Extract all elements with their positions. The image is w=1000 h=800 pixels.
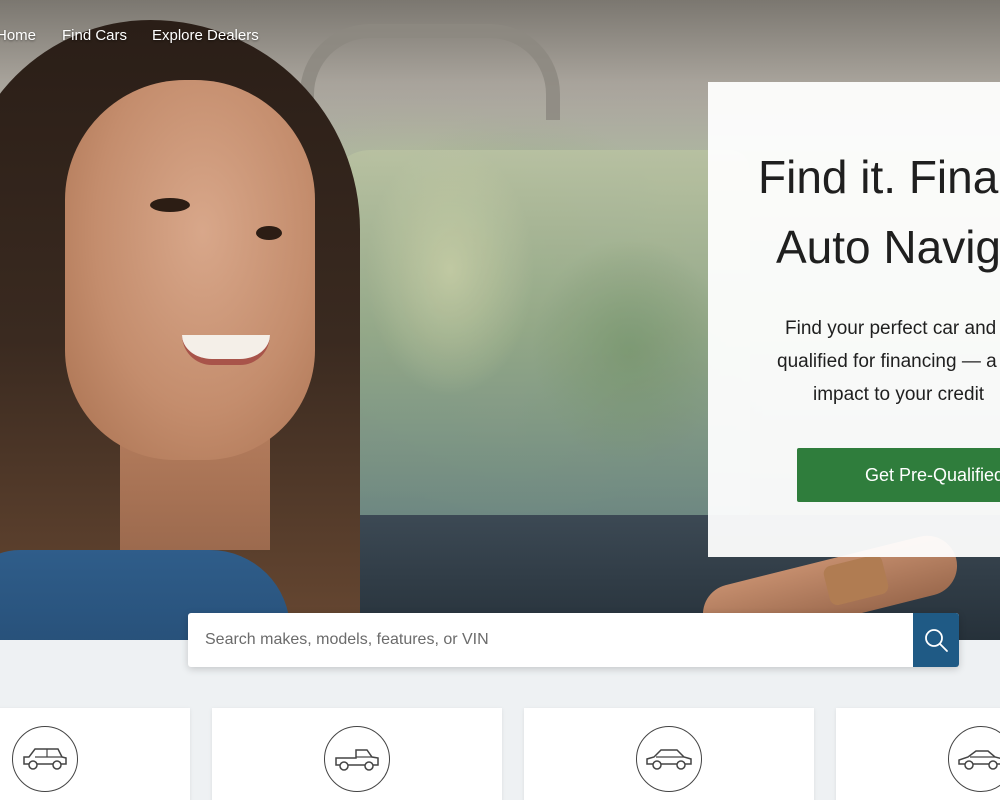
- nav-explore-dealers-link[interactable]: Explore Dealers: [152, 27, 259, 44]
- category-card-suv[interactable]: [0, 708, 190, 800]
- search-input[interactable]: [188, 613, 913, 667]
- promo-title: Find it. Finar Auto Navig: [758, 142, 1000, 282]
- page: Home Find Cars Explore Dealers Find it. …: [0, 0, 1000, 800]
- hero-driver-photo: [0, 20, 380, 640]
- search-bar: [188, 613, 959, 667]
- category-card-sedan[interactable]: [524, 708, 814, 800]
- nav-home-link[interactable]: Home: [0, 27, 36, 44]
- nav-find-cars-link[interactable]: Find Cars: [62, 27, 127, 44]
- get-pre-qualified-button[interactable]: Get Pre-Qualified: [797, 448, 1000, 502]
- category-card-coupe[interactable]: [836, 708, 1000, 800]
- promo-description-line: Find your perfect car and: [785, 318, 997, 339]
- hero-car-window: [330, 150, 750, 520]
- promo-title-line: Find it. Finar: [758, 151, 1000, 203]
- promo-description-line: impact to your credit: [813, 384, 985, 405]
- search-button[interactable]: [913, 613, 959, 667]
- promo-description-line: qualified for financing — a: [777, 351, 997, 372]
- truck-icon: [324, 726, 390, 792]
- promo-title-line: Auto Navig: [776, 221, 1000, 273]
- category-card-truck[interactable]: [212, 708, 502, 800]
- coupe-icon: [948, 726, 1000, 792]
- sedan-icon: [636, 726, 702, 792]
- suv-icon: [12, 726, 78, 792]
- search-icon: [925, 629, 948, 652]
- promo-card: Find it. Finar Auto Navig Find your perf…: [708, 82, 1000, 557]
- top-nav: Home Find Cars Explore Dealers: [0, 0, 1000, 72]
- promo-description: Find your perfect car and qualified for …: [776, 312, 1000, 411]
